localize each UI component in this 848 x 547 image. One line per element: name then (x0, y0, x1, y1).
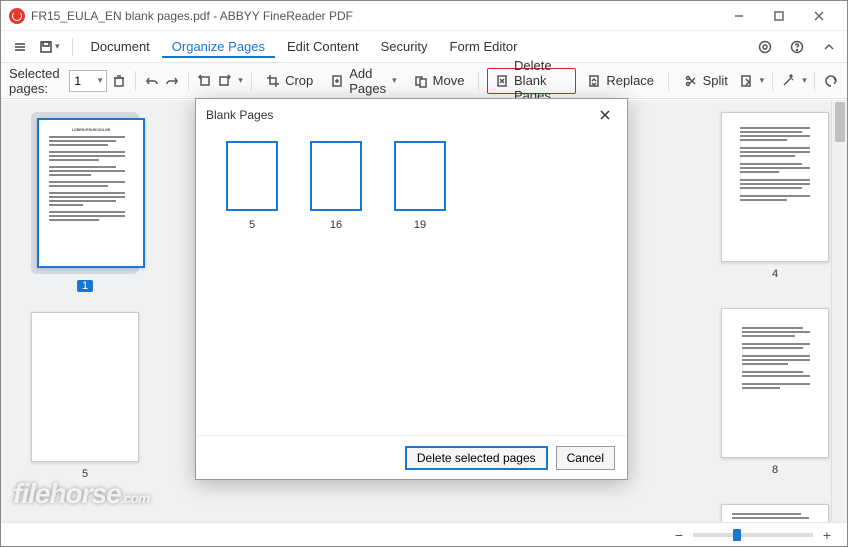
toolbar: Selected pages: 1▾ ▾ Crop Add Pages▾ Mov… (1, 63, 847, 99)
page-label-4: 4 (721, 268, 829, 280)
delete-selected-button[interactable]: Delete selected pages (405, 446, 548, 470)
menu-security[interactable]: Security (371, 35, 438, 58)
help-icon[interactable] (785, 35, 809, 59)
blank-page-16[interactable]: 16 (310, 141, 362, 231)
add-pages-button[interactable]: Add Pages▾ (323, 68, 402, 94)
close-button[interactable] (799, 2, 839, 30)
rotate-right-icon[interactable]: ▾ (217, 68, 243, 94)
move-button[interactable]: Move (407, 68, 471, 94)
vertical-scrollbar[interactable] (831, 100, 847, 522)
page-label-8: 8 (721, 464, 829, 476)
undo-icon[interactable] (144, 68, 160, 94)
maximize-button[interactable] (759, 2, 799, 30)
cancel-button[interactable]: Cancel (556, 446, 615, 470)
rotate-left-icon[interactable] (197, 68, 213, 94)
dialog-title: Blank Pages (206, 108, 593, 122)
back-icon[interactable] (823, 68, 839, 94)
app-icon (9, 8, 25, 24)
page-thumb-5[interactable]: 5 (31, 312, 139, 480)
collapse-icon[interactable] (817, 35, 841, 59)
page-thumb-partial[interactable] (721, 504, 829, 522)
blank-page-19[interactable]: 19 (394, 141, 446, 231)
delete-icon[interactable] (111, 68, 127, 94)
page-thumb-8[interactable]: 8 (721, 308, 829, 476)
zoom-in-button[interactable]: + (819, 527, 835, 543)
redo-icon[interactable] (164, 68, 180, 94)
blank-page-5[interactable]: 5 (226, 141, 278, 231)
window-title: FR15_EULA_EN blank pages.pdf - ABBYY Fin… (31, 9, 719, 23)
menu-document[interactable]: Document (81, 35, 160, 58)
page-thumb-4[interactable]: 4 (721, 112, 829, 280)
hamburger-menu[interactable] (7, 34, 33, 60)
zoom-out-button[interactable]: − (671, 527, 687, 543)
page-label-1: 1 (77, 280, 93, 292)
zoom-slider[interactable] (693, 533, 813, 537)
save-button[interactable]: ▾ (35, 38, 64, 56)
extract-icon[interactable]: ▾ (738, 68, 764, 94)
replace-button[interactable]: Replace (580, 68, 660, 94)
blank-pages-dialog: Blank Pages 5 16 19 Delete selected page… (195, 98, 628, 480)
menu-form-editor[interactable]: Form Editor (440, 35, 528, 58)
split-button[interactable]: Split (677, 68, 734, 94)
enhance-icon[interactable]: ▾ (780, 68, 806, 94)
dialog-close-button[interactable] (593, 103, 617, 127)
titlebar: FR15_EULA_EN blank pages.pdf - ABBYY Fin… (1, 1, 847, 31)
selected-pages-label: Selected pages: (9, 66, 61, 96)
minimize-button[interactable] (719, 2, 759, 30)
crop-button[interactable]: Crop (259, 68, 319, 94)
selected-pages-select[interactable]: 1▾ (69, 70, 107, 92)
footer: − + (1, 522, 847, 546)
page-label-5: 5 (31, 468, 139, 480)
menu-edit-content[interactable]: Edit Content (277, 35, 369, 58)
menubar: ▾ Document Organize Pages Edit Content S… (1, 31, 847, 63)
delete-blank-pages-button[interactable]: Delete Blank Pages (487, 68, 576, 94)
page-thumb-1[interactable]: LOREM IPSUM DOLOR 1 (31, 112, 139, 292)
menu-organize-pages[interactable]: Organize Pages (162, 35, 275, 58)
settings-icon[interactable] (753, 35, 777, 59)
